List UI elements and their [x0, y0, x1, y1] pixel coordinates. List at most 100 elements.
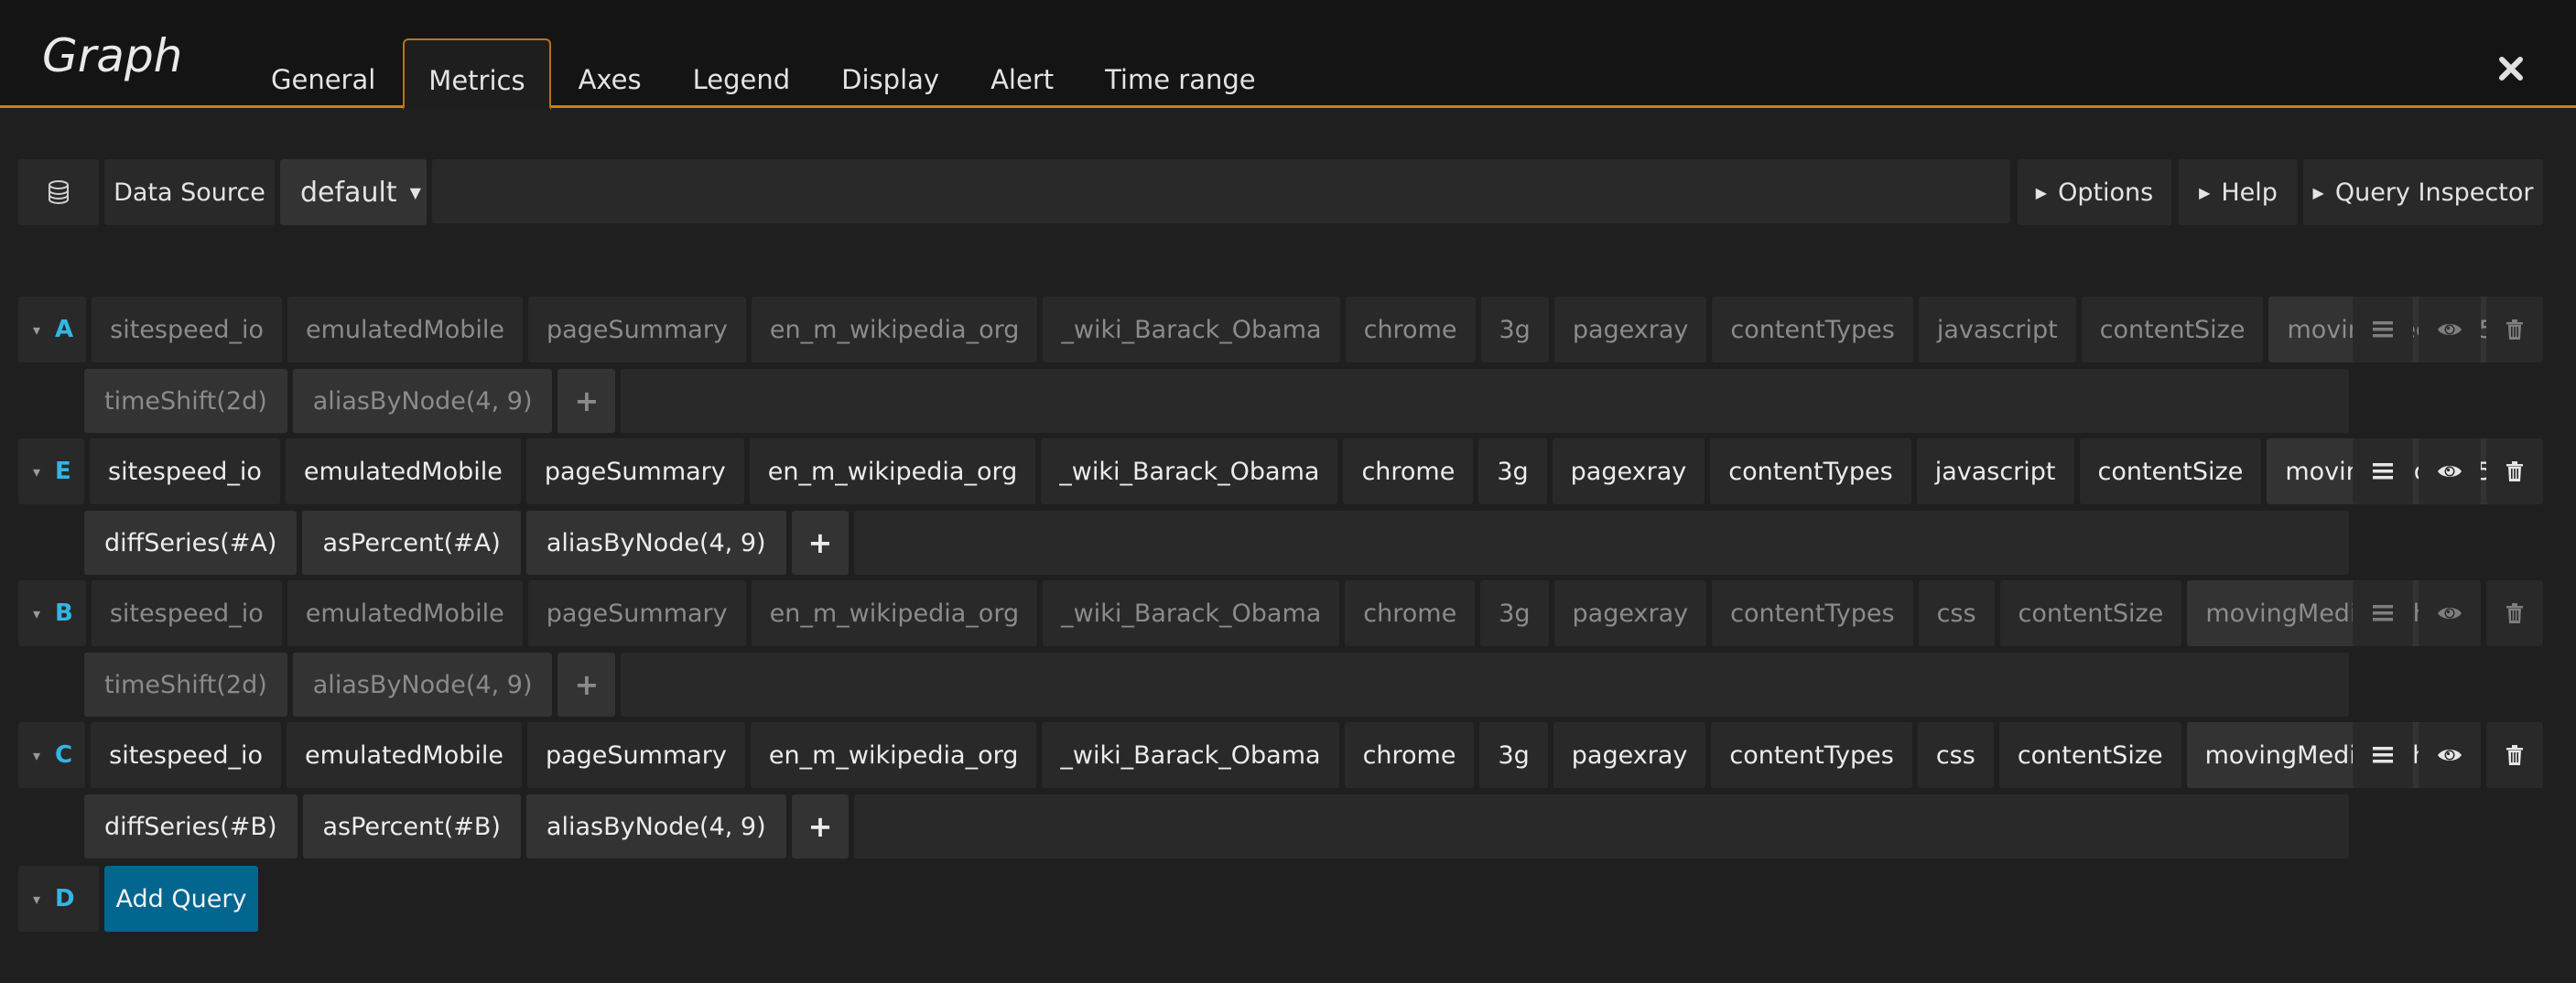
query-segment[interactable]: contentTypes [1712, 297, 1913, 362]
caret-down-icon: ▾ [33, 746, 41, 764]
add-function-button[interactable]: + [557, 653, 616, 717]
query-function[interactable]: diffSeries(#B) [84, 794, 298, 859]
query-segment[interactable]: css [1917, 722, 1994, 788]
query-segment[interactable]: emulatedMobile [285, 438, 521, 504]
close-icon[interactable] [2497, 55, 2525, 82]
query-function[interactable]: aliasByNode(4, 9) [525, 794, 786, 859]
query-segment[interactable]: en_m_wikipedia_org [749, 438, 1036, 504]
query-segment[interactable]: pageSummary [528, 297, 746, 362]
query-segment[interactable]: _wiki_Barack_Obama [1043, 297, 1340, 362]
eye-button[interactable] [2419, 580, 2481, 646]
query-segment[interactable]: pagexray [1553, 297, 1707, 362]
tab-axes[interactable]: Axes [555, 38, 666, 108]
eye-button[interactable] [2419, 297, 2481, 362]
query-function[interactable]: timeShift(2d) [84, 369, 287, 433]
add-function-button[interactable]: + [791, 511, 850, 575]
query-segment[interactable]: javascript [1918, 297, 2076, 362]
query-segment[interactable]: en_m_wikipedia_org [751, 580, 1038, 646]
query-segment[interactable]: contentTypes [1711, 722, 1912, 788]
query-segment[interactable]: en_m_wikipedia_org [750, 722, 1037, 788]
query-segment[interactable]: pagexray [1553, 722, 1706, 788]
query-segment[interactable]: chrome [1345, 580, 1476, 646]
query-ref-d[interactable]: ▾ D [18, 866, 99, 932]
options-button[interactable]: ▶ Options [2018, 159, 2171, 225]
eye-icon [2437, 604, 2462, 622]
query-segment[interactable]: contentTypes [1712, 580, 1913, 646]
query-segment[interactable]: contentTypes [1710, 438, 1911, 504]
query-segment[interactable]: pageSummary [526, 722, 745, 788]
query-function[interactable]: asPercent(#B) [302, 794, 521, 859]
query-function[interactable]: aliasByNode(4, 9) [292, 653, 553, 717]
add-function-button[interactable]: + [791, 794, 850, 859]
query-segment[interactable]: pagexray [1552, 438, 1705, 504]
query-segment[interactable]: pageSummary [525, 438, 744, 504]
query-segment[interactable]: _wiki_Barack_Obama [1043, 580, 1340, 646]
query-segment[interactable]: sitespeed_io [90, 438, 280, 504]
trash-button[interactable] [2486, 297, 2543, 362]
menu-button[interactable] [2353, 580, 2413, 646]
trash-button[interactable] [2486, 580, 2543, 646]
tab-display[interactable]: Display [817, 38, 963, 108]
query-function[interactable]: aliasByNode(4, 9) [292, 369, 553, 433]
trash-button[interactable] [2486, 438, 2543, 504]
datasource-selected-value: default [300, 176, 397, 209]
query-segment[interactable]: contentSize [1998, 722, 2181, 788]
query-segment[interactable]: contentSize [2081, 297, 2264, 362]
tab-legend[interactable]: Legend [669, 38, 815, 108]
query-segment[interactable]: en_m_wikipedia_org [751, 297, 1038, 362]
query-segment[interactable]: pagexray [1553, 580, 1707, 646]
eye-button[interactable] [2419, 438, 2481, 504]
add-query-button[interactable]: Add Query [104, 866, 258, 932]
tab-alert[interactable]: Alert [967, 38, 1077, 108]
query-segment[interactable]: pageSummary [527, 580, 746, 646]
chevron-down-icon: ▼ [409, 183, 421, 201]
query-function[interactable]: aliasByNode(4, 9) [525, 511, 786, 575]
query-segment[interactable]: emulatedMobile [286, 722, 522, 788]
query-segment[interactable]: sitespeed_io [91, 722, 281, 788]
help-button[interactable]: ▶ Help [2179, 159, 2298, 225]
query-ref-toggle[interactable]: ▾ A [18, 297, 87, 362]
menu-button[interactable] [2353, 438, 2413, 504]
query-segment[interactable]: chrome [1344, 722, 1475, 788]
function-row-filler [621, 653, 2349, 717]
menu-button[interactable] [2353, 722, 2413, 788]
query-ref-toggle[interactable]: ▾ E [18, 438, 84, 504]
eye-button[interactable] [2419, 722, 2481, 788]
query-segment[interactable]: chrome [1343, 438, 1474, 504]
query-ref-toggle[interactable]: ▾ C [18, 722, 86, 788]
query-segment[interactable]: sitespeed_io [92, 297, 283, 362]
query-ref-letter: A [55, 316, 74, 343]
query-function[interactable]: diffSeries(#A) [84, 511, 298, 575]
query-segment[interactable]: _wiki_Barack_Obama [1042, 722, 1339, 788]
eye-icon [2437, 320, 2462, 339]
add-function-button[interactable]: + [557, 369, 616, 433]
query-segment[interactable]: contentSize [1999, 580, 2182, 646]
query-segment[interactable]: 3g [1480, 297, 1549, 362]
query-function[interactable]: timeShift(2d) [84, 653, 287, 717]
eye-icon [2437, 746, 2462, 764]
query-segment[interactable]: emulatedMobile [287, 580, 523, 646]
caret-down-icon: ▾ [33, 462, 41, 481]
query-segment[interactable]: 3g [1478, 438, 1547, 504]
query-actions [2353, 438, 2549, 504]
query-inspector-button[interactable]: ▶ Query Inspector [2303, 159, 2543, 225]
menu-button[interactable] [2353, 297, 2413, 362]
trash-button[interactable] [2486, 722, 2543, 788]
caret-right-icon: ▶ [2035, 183, 2048, 201]
query-segment[interactable]: chrome [1345, 297, 1476, 362]
query-segment[interactable]: sitespeed_io [91, 580, 282, 646]
query-segment[interactable]: emulatedMobile [287, 297, 523, 362]
datasource-select[interactable]: default ▼ [280, 159, 427, 225]
tab-time-range[interactable]: Time range [1081, 38, 1280, 108]
tab-general[interactable]: General [247, 38, 399, 108]
query-ref-letter: E [55, 458, 71, 485]
tab-metrics[interactable]: Metrics [403, 38, 551, 110]
query-segment[interactable]: 3g [1479, 722, 1548, 788]
query-ref-toggle[interactable]: ▾ B [18, 580, 86, 646]
query-function[interactable]: asPercent(#A) [302, 511, 521, 575]
query-segment[interactable]: _wiki_Barack_Obama [1041, 438, 1338, 504]
query-segment[interactable]: css [1918, 580, 1995, 646]
query-segment[interactable]: 3g [1480, 580, 1549, 646]
query-segment[interactable]: contentSize [2079, 438, 2262, 504]
query-segment[interactable]: javascript [1916, 438, 2074, 504]
